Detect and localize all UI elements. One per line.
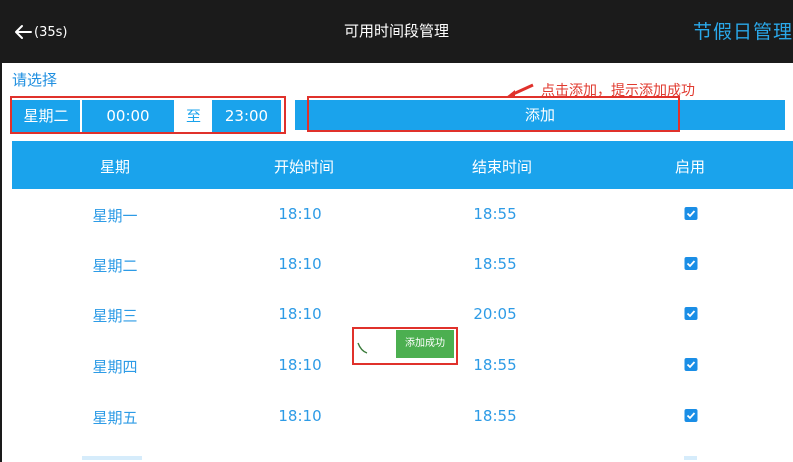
row-start-time: 18:10 [278,205,322,223]
enabled-checkbox[interactable] [684,307,698,320]
page-title: 可用时间段管理 [343,22,449,40]
select-label: 请选择 [12,71,58,89]
next-row-peek [12,456,793,462]
annotation-arrow-icon [505,83,534,98]
weekday-select[interactable]: 星期二 [12,100,80,133]
check-icon [686,260,696,268]
column-header-end: 结束时间 [471,158,533,176]
column-header-start: 开始时间 [273,158,335,176]
row-end-time: 18:55 [473,255,517,273]
enabled-checkbox[interactable] [684,358,698,371]
row-day: 星期三 [92,307,138,325]
column-header-enabled: 启用 [674,158,706,176]
row-end-time: 18:55 [473,356,517,374]
check-icon [686,361,696,369]
enabled-checkbox[interactable] [684,207,698,220]
add-button[interactable]: 添加 [295,100,785,130]
check-icon [686,210,696,218]
range-separator: 至 [177,100,210,133]
left-edge [0,63,2,462]
row-day: 星期一 [92,207,138,225]
table-row: 星期二 18:10 18:55 [12,239,793,290]
end-time-field[interactable]: 23:00 [212,100,281,133]
check-icon [686,310,696,318]
table-header: 星期 开始时间 结束时间 启用 [12,141,793,189]
row-start-time: 18:10 [278,255,322,273]
row-day: 星期二 [92,257,138,275]
annotation-tick-icon [357,342,368,354]
start-time-field[interactable]: 00:00 [82,100,174,133]
row-start-time: 18:10 [278,356,322,374]
row-end-time: 18:55 [473,407,517,425]
row-day: 星期五 [92,409,138,427]
row-end-time: 20:05 [473,305,517,323]
row-end-time: 18:55 [473,205,517,223]
holiday-management-button[interactable]: 节假日管理 [693,17,793,44]
row-day: 星期四 [92,358,138,376]
check-icon [686,412,696,420]
table-row: 星期五 18:10 18:55 [12,391,793,442]
enabled-checkbox[interactable] [684,257,698,270]
column-header-day: 星期 [99,158,131,176]
top-bar: (35s) 可用时间段管理 节假日管理 [0,0,793,63]
enabled-checkbox[interactable] [684,409,698,422]
annotation-hint: 点击添加，提示添加成功 [541,83,695,99]
time-picker-row: 星期二 00:00 至 23:00 [12,100,281,133]
row-start-time: 18:10 [278,305,322,323]
table-row: 星期一 18:10 18:55 [12,189,793,240]
row-start-time: 18:10 [278,407,322,425]
success-toast: 添加成功 [396,330,454,358]
